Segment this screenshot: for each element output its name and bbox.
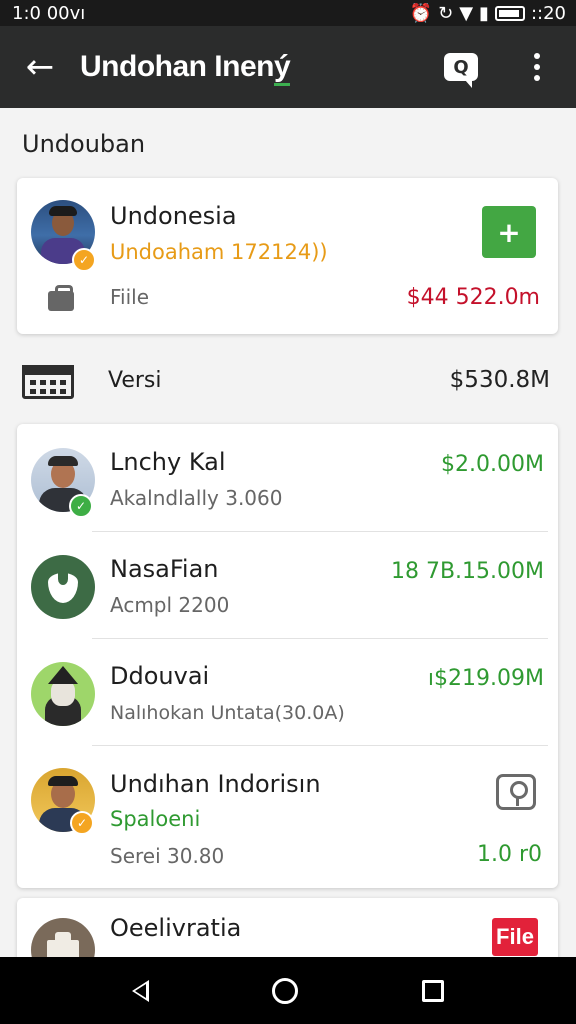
bag-icon [48, 285, 74, 311]
list-item-name: Undıhan Indorisın [110, 770, 321, 798]
nav-back-icon[interactable] [131, 979, 149, 1002]
avatar [31, 555, 95, 619]
page-title-accent: ý [273, 50, 291, 86]
alarm-icon: ⏰ [409, 2, 433, 24]
featured-subtitle: Undoaham 172124)) [110, 240, 328, 264]
featured-file-label: Fiile [110, 285, 150, 309]
status-clock: ::20 [530, 2, 566, 24]
divider [92, 638, 548, 639]
app-bar: ← Undohan Inený Q [0, 26, 576, 108]
battery-icon [494, 5, 525, 21]
divider [92, 531, 548, 532]
featured-card[interactable]: ✓ Undonesia Undoaham 172124)) Fiile $44 … [17, 178, 558, 334]
list-item-sub-highlight: Spaloeni [110, 807, 201, 831]
nav-home-icon[interactable] [272, 977, 299, 1004]
back-arrow-icon[interactable]: ← [0, 26, 80, 108]
calendar-icon [22, 365, 74, 399]
key-icon[interactable] [496, 774, 536, 810]
summary-label: Versi [108, 368, 162, 393]
status-time: 1:0 00vı [12, 2, 86, 24]
verified-badge-icon: ✓ [69, 494, 93, 518]
page-title-text: Undohan Inen [80, 50, 274, 83]
sync-icon: ↻ [438, 2, 454, 24]
status-bar: 1:0 00vı ⏰ ↻ ▼ ▮ ::20 [0, 0, 576, 26]
section-title: Undouban [22, 130, 146, 158]
list-item-sub: Nalıhokan Untata(30.0A) [110, 702, 345, 724]
file-badge[interactable]: File [492, 918, 538, 956]
nav-recents-icon[interactable] [422, 979, 445, 1002]
list-item-sub: Acmpl 2200 [110, 593, 230, 617]
page-title: Undohan Inený [80, 50, 444, 86]
verified-badge-icon: ✓ [70, 811, 94, 835]
transactions-list: ✓ Lnchy Kal Akalndlally 3.060 $2.0.00M N… [17, 424, 558, 888]
featured-amount: $44 522.0m [406, 285, 540, 310]
list-item-amount: ı$219.09M [427, 666, 544, 691]
chat-icon[interactable]: Q [444, 53, 478, 88]
list-item-amount: $2.0.00M [441, 452, 544, 477]
list-item-sub: Akalndlally 3.060 [110, 486, 283, 510]
list-item-name: Lnchy Kal [110, 448, 226, 476]
summary-amount: $530.8M [449, 367, 550, 393]
avatar [31, 662, 95, 726]
divider [92, 745, 548, 746]
featured-name: Undonesia [110, 202, 237, 230]
more-options-icon[interactable] [522, 53, 552, 81]
add-button[interactable]: + [482, 206, 536, 258]
signal-icon: ▮ [479, 2, 489, 24]
list-item-amount: 1.0 r0 [476, 842, 542, 867]
list-item-amount: 18 7B.15.00M [390, 559, 544, 584]
wifi-icon: ▼ [459, 2, 474, 24]
list-item-name: NasaFian [110, 555, 219, 583]
system-nav-bar [0, 957, 576, 1024]
status-icons: ⏰ ↻ ▼ ▮ ::20 [410, 3, 566, 24]
list-item-name: Ddouvai [110, 662, 210, 690]
verified-badge-icon: ✓ [72, 248, 96, 272]
chat-icon-glyph: Q [453, 56, 469, 78]
list-item-name: Oeelivratia [110, 914, 242, 942]
list-item-sub: Serei 30.80 [110, 844, 225, 868]
